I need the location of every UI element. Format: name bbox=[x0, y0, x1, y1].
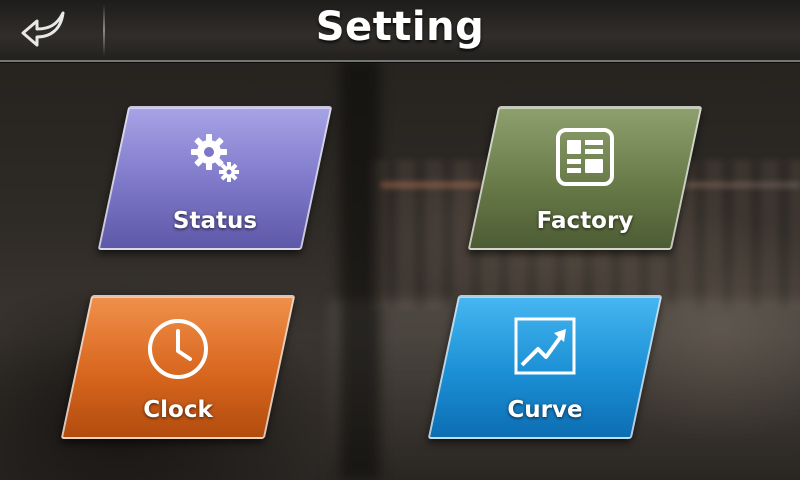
curve-tile[interactable]: Curve bbox=[427, 295, 663, 439]
factory-label: Factory bbox=[536, 208, 634, 234]
clock-label: Clock bbox=[143, 397, 213, 423]
gears-icon bbox=[191, 134, 239, 182]
curve-label: Curve bbox=[507, 397, 583, 423]
clock-icon bbox=[148, 319, 208, 379]
chart-icon bbox=[514, 317, 576, 375]
status-tile[interactable]: Status bbox=[97, 106, 333, 250]
background-pillar bbox=[340, 60, 380, 480]
header-bar: Setting bbox=[0, 0, 800, 62]
page-title: Setting bbox=[315, 4, 485, 50]
form-icon bbox=[556, 128, 614, 186]
clock-tile[interactable]: Clock bbox=[60, 295, 296, 439]
factory-tile[interactable]: Factory bbox=[467, 106, 703, 250]
status-label: Status bbox=[172, 208, 258, 234]
